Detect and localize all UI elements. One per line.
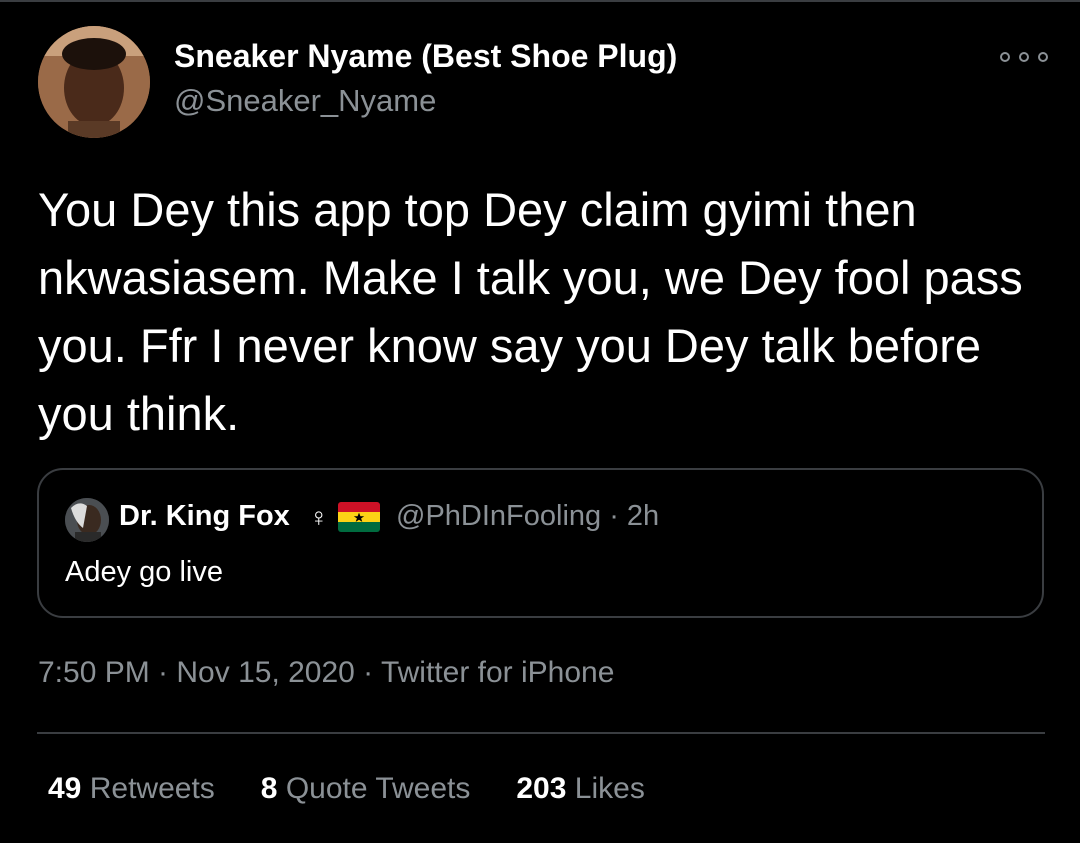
likes-label: Likes	[574, 772, 645, 805]
author-avatar[interactable]	[38, 26, 150, 138]
quoted-tweet-text: Adey go live	[65, 556, 223, 588]
stats-divider	[37, 732, 1045, 734]
tweet-text: You Dey this app top Dey claim gyimi the…	[38, 183, 1023, 440]
quote-tweets-stat[interactable]: 8 Quote Tweets	[261, 772, 471, 806]
likes-count: 203	[516, 772, 567, 805]
author-name[interactable]: Sneaker Nyame (Best Shoe Plug)	[174, 38, 677, 75]
quoted-author-photo	[65, 498, 109, 542]
quoted-author-avatar	[65, 498, 109, 542]
dot	[1000, 52, 1010, 62]
female-sign-icon: ♀	[309, 502, 329, 532]
dot	[1019, 52, 1029, 62]
retweets-count: 49	[48, 772, 82, 805]
more-options-icon[interactable]	[1000, 44, 1048, 70]
ghana-flag-icon	[338, 502, 380, 532]
retweets-stat[interactable]: 49 Retweets	[48, 772, 215, 806]
author-photo	[38, 26, 150, 138]
tweet-stats: 49 Retweets 8 Quote Tweets 203 Likes	[48, 772, 691, 806]
quote-tweets-label: Quote Tweets	[285, 772, 471, 805]
author-handle[interactable]: @Sneaker_Nyame	[174, 83, 436, 119]
top-divider	[0, 0, 1080, 2]
tweet-meta: 7:50 PM · Nov 15, 2020 · Twitter for iPh…	[38, 656, 615, 689]
quote-tweets-count: 8	[260, 772, 278, 805]
quoted-tweet-card[interactable]: Dr. King Fox ♀ @PhDInFooling · 2h Adey g…	[37, 468, 1044, 618]
dot	[1038, 52, 1048, 62]
likes-stat[interactable]: 203 Likes	[516, 772, 644, 806]
quoted-author-handle-time: @PhDInFooling · 2h	[396, 500, 660, 532]
quoted-author-name: Dr. King Fox	[119, 500, 290, 532]
retweets-label: Retweets	[89, 772, 215, 805]
